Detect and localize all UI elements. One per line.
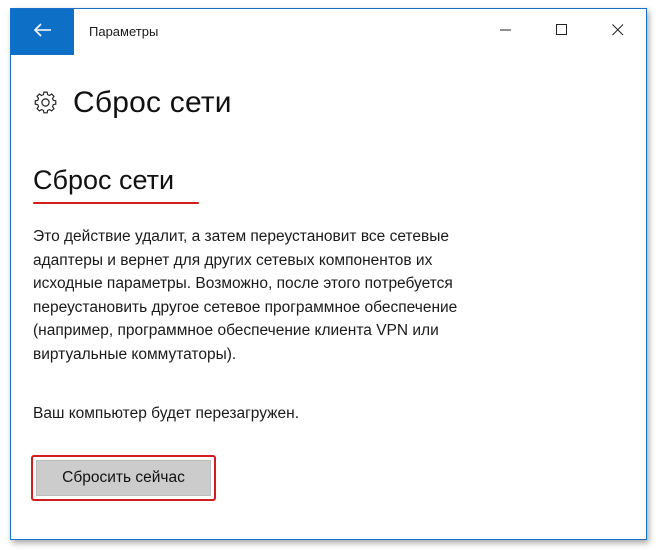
close-button[interactable] xyxy=(595,9,641,55)
settings-window: Параметры Сброс сети Сброс сети Это дейс… xyxy=(10,8,647,540)
maximize-button[interactable] xyxy=(539,9,585,55)
description-line: (например, программное обеспечение клиен… xyxy=(33,322,439,339)
reset-button-highlight: Сбросить сейчас xyxy=(31,455,216,501)
app-title: Параметры xyxy=(89,24,159,39)
reset-now-button[interactable]: Сбросить сейчас xyxy=(36,460,211,496)
back-button[interactable] xyxy=(11,9,74,55)
back-arrow-icon xyxy=(33,22,52,42)
maximize-icon xyxy=(556,23,568,41)
description-text: Это действие удалит, а затем переустанов… xyxy=(33,225,593,366)
minimize-icon xyxy=(500,23,512,41)
page-title: Сброс сети xyxy=(73,86,232,119)
gear-icon xyxy=(33,90,59,116)
title-bar: Параметры xyxy=(11,9,646,55)
minimize-button[interactable] xyxy=(483,9,529,55)
description-line: адаптеры и вернет для других сетевых ком… xyxy=(33,251,433,269)
description-line: исходные параметры. Возможно, после этог… xyxy=(33,275,453,292)
section-title: Сброс сети xyxy=(33,165,175,195)
page-header: Сброс сети xyxy=(33,83,232,123)
description-line: виртуальные коммутаторы). xyxy=(33,345,237,363)
close-icon xyxy=(612,23,624,41)
description-line: переустановить другое сетевое программно… xyxy=(33,298,458,316)
restart-note: Ваш компьютер будет перезагружен. xyxy=(33,405,300,422)
description-line: Это действие удалит, а затем переустанов… xyxy=(33,228,449,245)
highlight-underline xyxy=(33,202,199,204)
